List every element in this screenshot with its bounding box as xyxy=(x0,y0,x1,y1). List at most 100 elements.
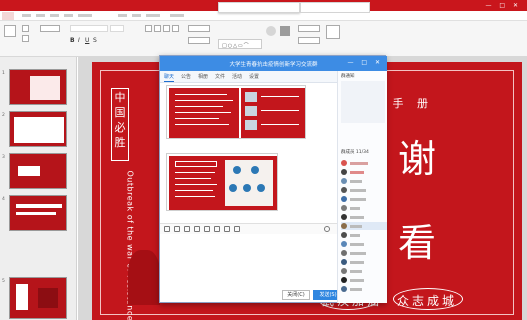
copy-icon[interactable] xyxy=(22,35,29,42)
tab-view[interactable] xyxy=(132,14,141,17)
paste-icon[interactable] xyxy=(4,25,16,37)
emoji-icon[interactable] xyxy=(164,226,170,232)
image-text-line xyxy=(261,124,299,125)
person-figure xyxy=(243,184,251,192)
message-image xyxy=(241,88,305,138)
thumb-content xyxy=(16,284,28,310)
strike-icon[interactable]: S xyxy=(93,37,97,44)
chat-titlebar[interactable]: 大学生青春抗击疫情创新学习交流群 — □ ✕ xyxy=(160,56,387,71)
more-icon[interactable] xyxy=(234,226,240,232)
chat-tab[interactable]: 公告 xyxy=(181,73,191,80)
slide-char-1: 谢 xyxy=(398,137,437,181)
underline-icon[interactable]: U xyxy=(85,37,89,44)
list-icon[interactable] xyxy=(172,25,179,32)
hand-wash-icon xyxy=(245,92,257,102)
chat-window-controls[interactable]: — □ ✕ xyxy=(347,59,383,66)
slide-char-2: 看 xyxy=(398,221,437,265)
thumb-content xyxy=(30,76,60,100)
image-text-line xyxy=(175,184,217,185)
member-item[interactable] xyxy=(341,240,387,248)
gif-icon[interactable] xyxy=(174,226,180,232)
member-item[interactable] xyxy=(341,285,387,293)
hand-wash-icon xyxy=(245,120,257,130)
cut-icon[interactable] xyxy=(22,25,29,32)
member-item[interactable] xyxy=(341,267,387,275)
recent-popup[interactable] xyxy=(300,2,370,13)
person-figure xyxy=(257,184,265,192)
gift-icon[interactable] xyxy=(214,226,220,232)
person-figure xyxy=(233,166,241,174)
tab-design[interactable] xyxy=(50,14,59,17)
member-item[interactable] xyxy=(341,168,387,176)
member-item[interactable] xyxy=(341,276,387,284)
close-button[interactable]: 关闭(C) xyxy=(282,290,310,300)
hand-wash-icon xyxy=(245,106,257,116)
member-item[interactable] xyxy=(341,177,387,185)
thumb-content xyxy=(16,212,56,215)
image-message[interactable] xyxy=(166,153,278,211)
replace-button[interactable] xyxy=(298,37,320,44)
thumb-content xyxy=(38,288,58,308)
chat-tab[interactable]: 相册 xyxy=(198,73,208,80)
thumb-content xyxy=(16,204,62,208)
mic-icon[interactable] xyxy=(224,226,230,232)
member-item[interactable] xyxy=(341,159,387,167)
chat-tab[interactable]: 聊天 xyxy=(164,73,175,82)
image-text-line xyxy=(175,172,215,173)
tab-file[interactable] xyxy=(2,12,14,20)
member-item-selected[interactable] xyxy=(341,222,387,230)
image-icon[interactable] xyxy=(204,226,210,232)
thumb-content xyxy=(14,117,64,143)
member-item[interactable] xyxy=(341,195,387,203)
select-button[interactable] xyxy=(326,25,340,39)
arrange-button[interactable] xyxy=(188,37,210,44)
slide-thumbnail[interactable] xyxy=(9,153,67,189)
window-controls[interactable]: — □ ✕ xyxy=(485,2,521,9)
member-item[interactable] xyxy=(341,231,387,239)
new-slide-button[interactable] xyxy=(40,25,60,32)
notice-heading: 群通知 xyxy=(341,74,355,79)
folder-icon[interactable] xyxy=(194,226,200,232)
tab-review[interactable] xyxy=(118,14,127,17)
scissors-icon[interactable] xyxy=(184,226,190,232)
tab-devtools[interactable] xyxy=(146,14,160,17)
find-button[interactable] xyxy=(298,25,320,32)
chat-tab[interactable]: 设置 xyxy=(249,73,259,80)
fill-icon[interactable] xyxy=(266,26,276,36)
member-item[interactable] xyxy=(341,204,387,212)
italic-icon[interactable]: I xyxy=(78,37,80,44)
chat-tab[interactable]: 文件 xyxy=(215,73,225,80)
member-item[interactable] xyxy=(341,258,387,266)
align-right-icon[interactable] xyxy=(163,25,170,32)
member-item[interactable] xyxy=(341,213,387,221)
font-size-select[interactable] xyxy=(110,25,124,32)
slide-thumbnail[interactable] xyxy=(9,195,67,231)
image-photo xyxy=(225,160,273,206)
align-center-icon[interactable] xyxy=(154,25,161,32)
font-name-select[interactable] xyxy=(70,25,108,32)
image-heading xyxy=(175,161,217,167)
thumbnail-number: 5 xyxy=(2,279,5,284)
chat-tab[interactable]: 活动 xyxy=(232,73,242,80)
slide-thumbnail[interactable] xyxy=(9,69,67,105)
thumbnail-number: 3 xyxy=(2,155,5,160)
member-item[interactable] xyxy=(341,186,387,194)
bold-icon[interactable]: B xyxy=(70,37,75,44)
tab-transition[interactable] xyxy=(64,14,73,17)
tab-animation[interactable] xyxy=(78,14,92,17)
update-popup[interactable] xyxy=(218,2,300,13)
tab-start[interactable] xyxy=(22,14,31,17)
image-message[interactable] xyxy=(166,85,306,139)
tab-special[interactable] xyxy=(170,14,184,17)
slide-thumbnail[interactable] xyxy=(9,111,67,147)
textbox-button[interactable] xyxy=(188,25,210,32)
notice-area xyxy=(341,81,385,123)
outline-icon[interactable] xyxy=(280,26,290,36)
shapes-gallery[interactable]: □○△▭⌒ xyxy=(218,39,262,49)
history-icon[interactable] xyxy=(324,226,330,232)
member-item[interactable] xyxy=(341,249,387,257)
align-left-icon[interactable] xyxy=(145,25,152,32)
thumbnail-number: 1 xyxy=(2,71,5,76)
tab-insert[interactable] xyxy=(36,14,45,17)
slide-thumbnail[interactable] xyxy=(9,277,67,319)
